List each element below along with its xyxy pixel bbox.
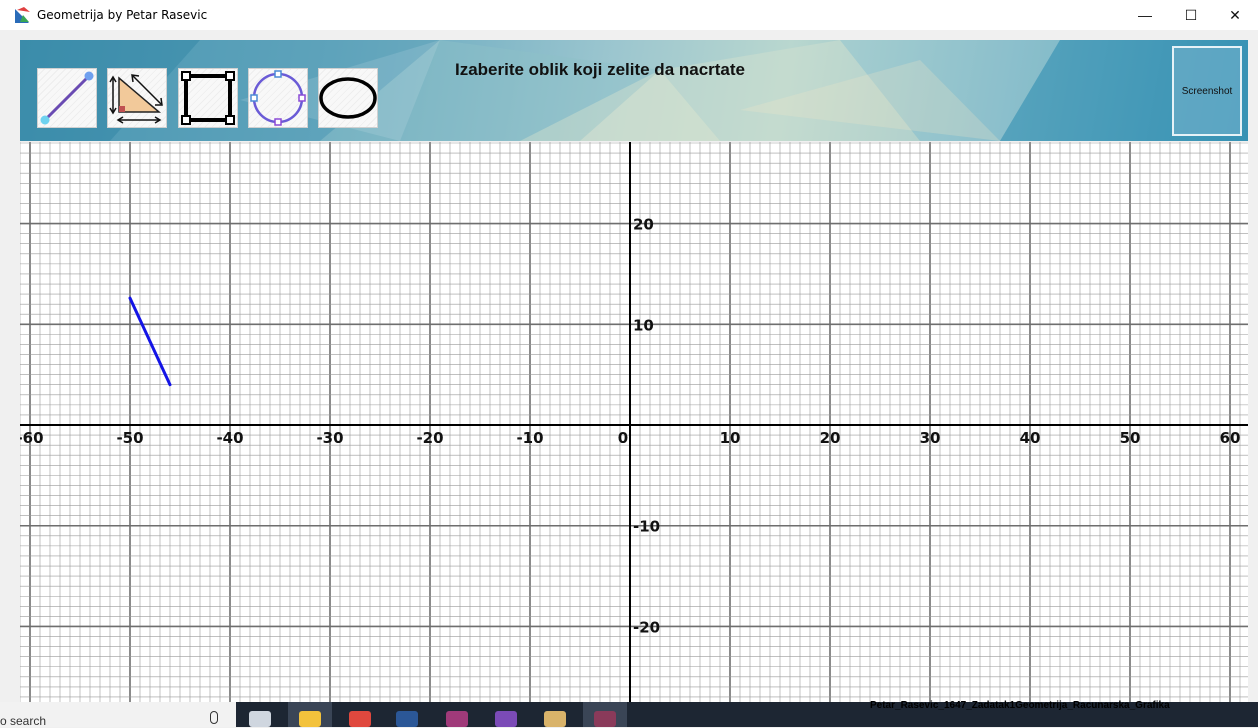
x-tick-label: 20 [820,429,841,447]
screenshot-button[interactable]: Screenshot [1172,46,1242,136]
triangle-tool-icon [109,74,163,124]
taskbar: o search Petar_Rasevic_1647_Zadatak1Geom… [0,700,1258,728]
line-tool-icon [40,71,94,125]
taskbar-app-button[interactable] [288,702,332,727]
ellipse-tool-button[interactable] [318,68,378,128]
close-button[interactable]: ✕ [1212,0,1258,30]
taskbar-app-button[interactable] [533,702,577,727]
toolbar-header: Izaberite oblik koji zelite da nacrtate … [20,40,1248,141]
title-bar[interactable]: Geometrija by Petar Rasevic — ☐ ✕ [0,0,1258,30]
taskbar-app-button[interactable] [338,702,382,727]
ellipse-tool-icon [319,77,377,119]
coordinate-grid[interactable]: -60 -50 -40 -30 -20 -10 0 10 20 30 40 50 60 20 10 -10 -2… [20,142,1248,702]
x-tick-label: -60 [20,429,44,447]
x-tick-label: 50 [1120,429,1141,447]
app-logo-icon [15,7,30,23]
task-view-icon [249,711,271,727]
word-icon [396,711,418,727]
taskbar-app-button[interactable] [583,702,627,727]
window-title: Geometrija by Petar Rasevic [37,8,208,22]
file-explorer-icon [299,711,321,727]
active-window-label: Petar_Rasevic_1647_Zadatak1Geometrija_Ra… [870,700,1170,711]
client-area: Izaberite oblik koji zelite da nacrtate … [10,30,1258,702]
microphone-icon[interactable] [210,711,218,724]
rectangle-tool-icon [181,71,235,125]
y-tick-label: 10 [633,316,654,334]
x-tick-label: 40 [1020,429,1041,447]
drawing-canvas[interactable]: -60 -50 -40 -30 -20 -10 0 10 20 30 40 50 60 20 10 -10 -2… [20,142,1248,702]
instruction-heading: Izaberite oblik koji zelite da nacrtate [454,60,746,79]
x-tick-label: -10 [516,429,543,447]
x-tick-label: 0 [618,429,628,447]
y-tick-label: 20 [633,216,654,234]
x-tick-label: -20 [416,429,443,447]
rectangle-tool-button[interactable] [178,68,238,128]
app-window: Geometrija by Petar Rasevic — ☐ ✕ Izaber… [0,0,1258,728]
winrar-icon [446,711,468,727]
paint-icon [544,711,566,727]
minimize-button[interactable]: — [1122,0,1168,30]
y-tick-label: -20 [633,618,660,636]
chrome-icon [349,711,371,727]
circle-tool-icon [250,70,306,126]
x-tick-label: -50 [116,429,143,447]
circle-tool-button[interactable] [248,68,308,128]
taskbar-app-button[interactable] [484,702,528,727]
x-tick-label: 60 [1220,429,1241,447]
x-tick-label: -30 [316,429,343,447]
taskbar-app-button[interactable] [435,702,479,727]
search-placeholder: o search [0,714,47,728]
maximize-button[interactable]: ☐ [1168,0,1214,30]
geometrija-app-icon [594,711,616,727]
taskbar-app-button[interactable] [385,702,429,727]
x-tick-label: 10 [720,429,741,447]
x-tick-label: 30 [920,429,941,447]
taskbar-search-box[interactable]: o search [0,702,236,728]
visual-studio-icon [495,711,517,727]
taskbar-app-button[interactable] [238,702,282,727]
x-tick-label: -40 [216,429,243,447]
line-tool-button[interactable] [37,68,97,128]
y-tick-label: -10 [633,518,660,536]
triangle-tool-button[interactable] [107,68,167,128]
